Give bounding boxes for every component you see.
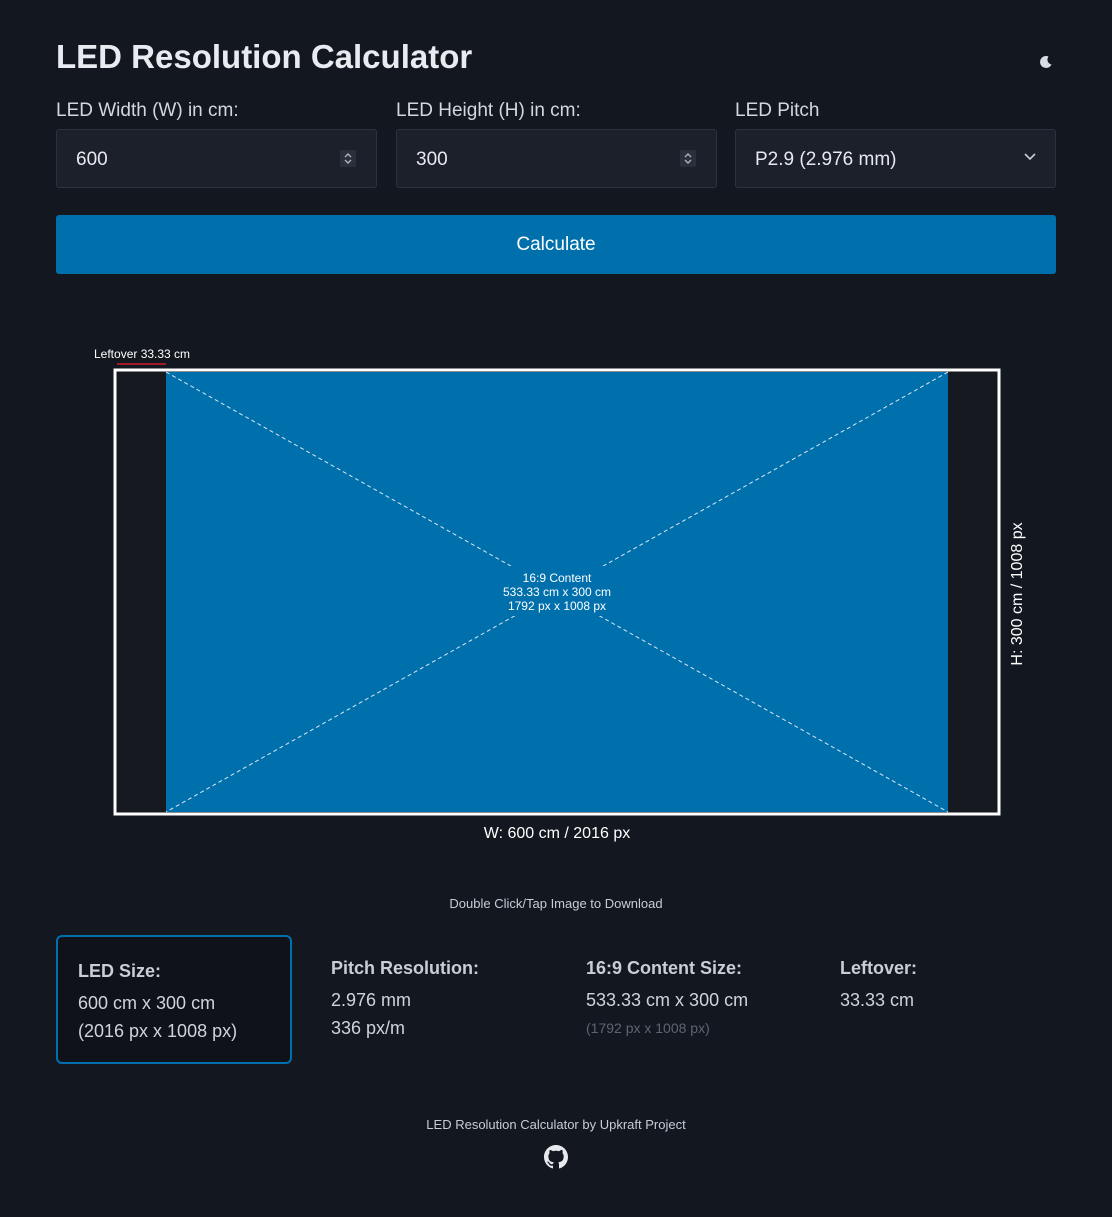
leftover-card: Leftover: 33.33 cm <box>840 958 917 1014</box>
content-size-px-value: (1792 px x 1008 px) <box>586 1020 710 1036</box>
content-size-heading: 16:9 Content Size: <box>586 958 743 978</box>
height-dimension-label: H: 300 cm / 1008 px <box>1009 522 1026 665</box>
content-size-cm-value: 533.33 cm x 300 cm <box>586 990 749 1010</box>
led-diagram[interactable]: Leftover 33.33 cm 16:9 Content 533.33 cm… <box>0 0 1112 880</box>
led-size-heading: LED Size: <box>78 961 162 981</box>
pitch-resolution-card: Pitch Resolution: 2.976 mm 336 px/m <box>331 958 479 1042</box>
content-title: 16:9 Content <box>523 571 592 585</box>
footer-credit: LED Resolution Calculator by Upkraft Pro… <box>426 1117 686 1132</box>
pitch-mm: 2.976 mm <box>331 990 412 1010</box>
leftover-heading: Leftover: <box>840 958 918 978</box>
led-size-card: LED Size: 600 cm x 300 cm (2016 px x 100… <box>56 935 292 1064</box>
pitch-resolution-heading: Pitch Resolution: <box>331 958 479 978</box>
leftover-label: Leftover 33.33 cm <box>94 347 190 361</box>
content-size-cm: 533.33 cm x 300 cm <box>503 585 611 599</box>
pitch-px-per-m: 336 px/m <box>331 1018 406 1038</box>
content-size-card: 16:9 Content Size: 533.33 cm x 300 cm (1… <box>586 958 748 1042</box>
leftover-value: 33.33 cm <box>840 990 915 1010</box>
github-icon[interactable] <box>544 1145 568 1169</box>
content-size-px: 1792 px x 1008 px <box>508 599 606 613</box>
width-dimension-label: W: 600 cm / 2016 px <box>484 825 630 842</box>
led-size-cm: 600 cm x 300 cm <box>78 993 216 1013</box>
download-hint: Double Click/Tap Image to Download <box>449 896 663 911</box>
led-size-px: (2016 px x 1008 px) <box>78 1021 238 1041</box>
